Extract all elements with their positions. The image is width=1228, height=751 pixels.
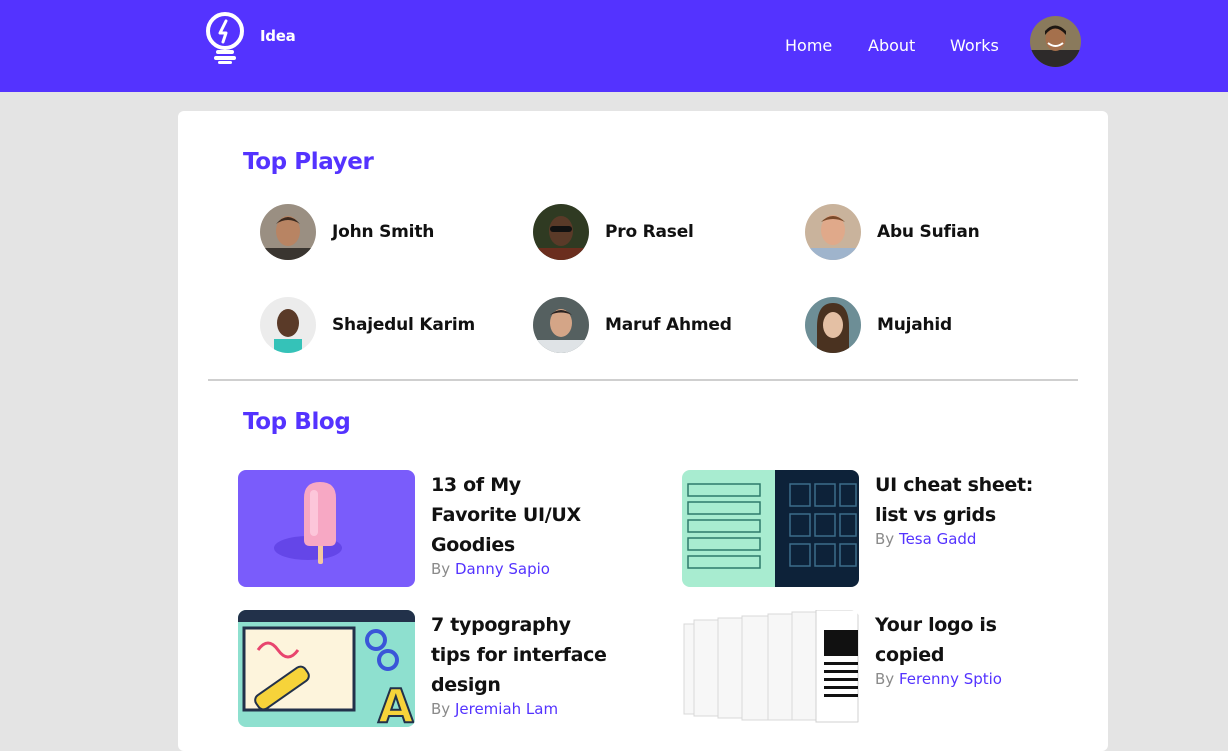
- blog-author-link[interactable]: Danny Sapio: [455, 560, 550, 578]
- blog-author-link[interactable]: Jeremiah Lam: [455, 700, 558, 718]
- blog-thumbnail: [682, 470, 859, 587]
- blog-meta: By Tesa Gadd: [875, 530, 1055, 548]
- blog-author-link[interactable]: Ferenny Sptio: [899, 670, 1002, 688]
- blog-title[interactable]: 7 typography tips for interface design: [431, 610, 611, 700]
- player-name: Pro Rasel: [605, 222, 694, 242]
- player-avatar: [260, 297, 316, 353]
- brand-name: Idea: [260, 27, 296, 45]
- blog-by-label: By: [875, 670, 895, 688]
- blog-meta: By Danny Sapio: [431, 560, 611, 578]
- blog-thumbnail: A: [238, 610, 415, 727]
- player-avatar: [805, 204, 861, 260]
- player-avatar: [805, 297, 861, 353]
- nav-link-works[interactable]: Works: [950, 36, 999, 55]
- blog-by-label: By: [875, 530, 895, 548]
- player-name: Maruf Ahmed: [605, 315, 732, 335]
- player-avatar: [260, 204, 316, 260]
- nav-link-home[interactable]: Home: [785, 36, 832, 55]
- blog-by-label: By: [431, 700, 451, 718]
- blog-item[interactable]: A 7 typography tips for interface design…: [238, 610, 611, 727]
- blog-thumbnail: [682, 610, 859, 727]
- top-player-heading: Top Player: [243, 149, 374, 175]
- top-blog-heading: Top Blog: [243, 409, 351, 435]
- blog-title[interactable]: 13 of My Favorite UI/UX Goodies: [431, 470, 611, 560]
- player-item[interactable]: Shajedul Karim: [260, 297, 475, 353]
- blog-title[interactable]: Your logo is copied: [875, 610, 1055, 670]
- lightbulb-icon: [206, 12, 244, 64]
- player-avatar: [533, 297, 589, 353]
- player-item[interactable]: Abu Sufian: [805, 204, 980, 260]
- section-divider: [208, 379, 1078, 381]
- player-avatar: [533, 204, 589, 260]
- player-name: Abu Sufian: [877, 222, 980, 242]
- content-card: Top Player John Smith Pro Rasel Abu Sufi…: [178, 111, 1108, 751]
- player-item[interactable]: John Smith: [260, 204, 434, 260]
- user-avatar[interactable]: [1030, 16, 1081, 67]
- blog-item[interactable]: Your logo is copied By Ferenny Sptio: [682, 610, 1055, 727]
- top-navbar: Idea Home About Works: [0, 0, 1228, 92]
- blog-item[interactable]: UI cheat sheet: list vs grids By Tesa Ga…: [682, 470, 1055, 587]
- player-name: Mujahid: [877, 315, 953, 335]
- blog-author-link[interactable]: Tesa Gadd: [899, 530, 976, 548]
- blog-item[interactable]: 13 of My Favorite UI/UX Goodies By Danny…: [238, 470, 611, 587]
- brand-logo[interactable]: Idea: [204, 11, 296, 65]
- player-name: Shajedul Karim: [332, 315, 475, 335]
- blog-thumbnail: [238, 470, 415, 587]
- blog-meta: By Ferenny Sptio: [875, 670, 1055, 688]
- user-avatar-image: [1030, 16, 1081, 67]
- svg-text:A: A: [378, 679, 414, 727]
- nav-link-about[interactable]: About: [868, 36, 915, 55]
- player-name: John Smith: [332, 222, 435, 242]
- blog-title[interactable]: UI cheat sheet: list vs grids: [875, 470, 1055, 530]
- player-item[interactable]: Pro Rasel: [533, 204, 694, 260]
- player-item[interactable]: Maruf Ahmed: [533, 297, 732, 353]
- blog-meta: By Jeremiah Lam: [431, 700, 611, 718]
- blog-by-label: By: [431, 560, 451, 578]
- player-item[interactable]: Mujahid: [805, 297, 952, 353]
